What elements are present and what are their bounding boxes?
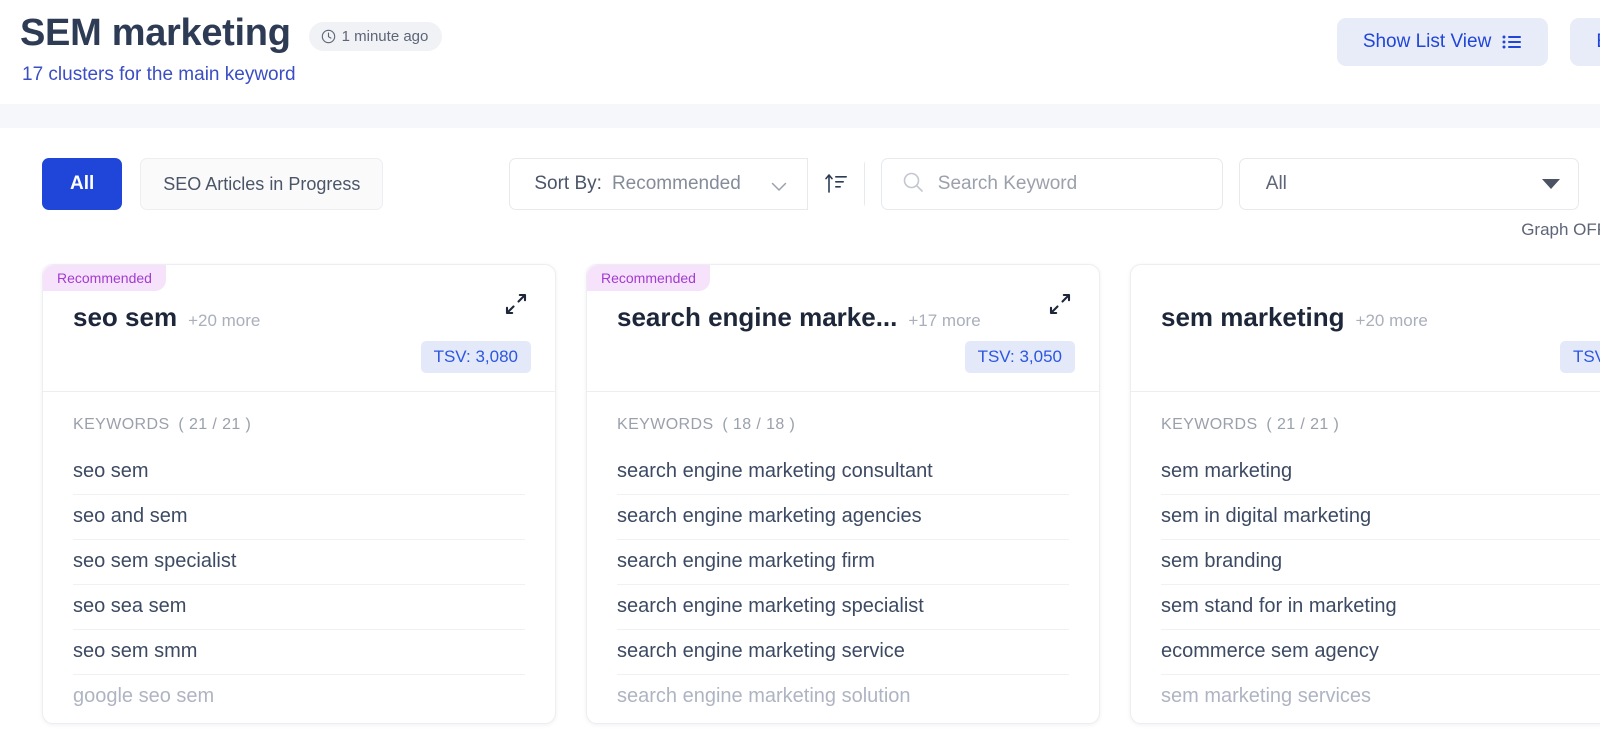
list-item[interactable]: sem marketing services [1161,675,1600,719]
main-panel: All SEO Articles in Progress Sort By: Re… [18,128,1600,736]
keywords-label: KEYWORDS [1161,416,1258,433]
card-header: seo sem +20 more TSV: 3,080 [43,265,555,391]
export-label: E [1596,31,1600,53]
list-item[interactable]: seo sem specialist [73,540,525,585]
list-item[interactable]: seo sem smm [73,630,525,675]
list-item[interactable]: seo sea sem [73,585,525,630]
keywords-section: KEYWORDS ( 21 / 21 ) seo sem seo and sem… [43,392,555,719]
keywords-section: KEYWORDS ( 18 / 18 ) search engine marke… [587,392,1099,719]
timestamp-chip: 1 minute ago [308,21,443,51]
sort-control: Sort By: Recommended [509,158,865,210]
search-input[interactable] [937,173,1222,195]
card-title-row: search engine marke... +17 more [617,302,1075,333]
keywords-count: ( 18 / 18 ) [722,416,796,433]
list-item[interactable]: sem branding [1161,540,1600,585]
chevron-down-icon[interactable] [771,179,787,192]
caret-down-icon [1541,179,1560,189]
sort-by-value[interactable]: Recommended [612,173,771,195]
search-box[interactable] [880,158,1223,210]
sort-direction-button[interactable] [807,158,864,210]
keywords-count: ( 21 / 21 ) [1266,416,1340,433]
keywords-header: KEYWORDS ( 18 / 18 ) [617,416,1069,434]
keywords-count: ( 21 / 21 ) [178,416,252,433]
expand-icon[interactable] [503,291,529,317]
list-icon [1502,34,1522,50]
list-item[interactable]: search engine marketing specialist [617,585,1069,630]
tsv-badge: TSV: 3,050 [964,341,1075,373]
list-item[interactable]: search engine marketing solution [617,675,1069,719]
list-item[interactable]: search engine marketing firm [617,540,1069,585]
keywords-list: search engine marketing consultant searc… [617,450,1069,719]
page-header: SEM marketing 1 minute ago 17 clusters f… [0,0,1600,104]
export-button[interactable]: E [1570,18,1600,66]
expand-icon[interactable] [1047,291,1073,317]
cluster-card[interactable]: Recommended search engine marke... +17 m… [586,264,1100,724]
list-item[interactable]: search engine marketing consultant [617,450,1069,495]
list-item[interactable]: seo sem [73,450,525,495]
category-filter-select[interactable]: All [1238,158,1579,210]
cluster-title: sem marketing [1161,302,1345,332]
cluster-more-count: +20 more [1355,311,1428,330]
cluster-more-count: +17 more [908,311,981,330]
clock-icon [321,29,336,44]
list-item[interactable]: search engine marketing agencies [617,495,1069,540]
cluster-more-count: +20 more [188,311,261,330]
filter-tab-all[interactable]: All [42,158,123,210]
list-item[interactable]: seo and sem [73,495,525,540]
list-item[interactable]: ecommerce sem agency [1161,630,1600,675]
page-title: SEM marketing [20,12,291,54]
header-content-divider [0,104,1600,128]
show-list-view-label: Show List View [1362,31,1492,52]
header-actions: Show List View E [1336,18,1600,66]
list-item[interactable]: sem in digital marketing [1161,495,1600,540]
keywords-list: sem marketing sem in digital marketing s… [1161,450,1600,719]
page-subtitle: 17 clusters for the main keyword [22,64,296,85]
list-item[interactable]: sem stand for in marketing [1161,585,1600,630]
keywords-label: KEYWORDS [617,416,714,433]
toolbar: All SEO Articles in Progress Sort By: Re… [18,156,1600,212]
sort-descending-icon [824,172,848,197]
cluster-title: search engine marke... [617,302,898,332]
keywords-header: KEYWORDS ( 21 / 21 ) [73,416,525,434]
keywords-list: seo sem seo and sem seo sem specialist s… [73,450,525,719]
keywords-section: KEYWORDS ( 21 / 21 ) sem marketing sem i… [1131,392,1600,719]
search-icon [902,171,924,198]
card-header: sem marketing +20 more TSV [1131,265,1600,391]
cluster-title: seo sem [73,302,178,332]
timestamp-label: 1 minute ago [341,27,429,45]
card-header: search engine marke... +17 more TSV: 3,0… [587,265,1099,391]
tsv-badge: TSV: 3,080 [420,341,531,373]
cluster-card-list: Recommended seo sem +20 more TSV: 3,080 … [18,264,1600,724]
list-item[interactable]: sem marketing [1161,450,1600,495]
cluster-card[interactable]: Recommended seo sem +20 more TSV: 3,080 … [42,264,556,724]
cluster-card[interactable]: sem marketing +20 more TSV KEYWORDS ( 21… [1130,264,1600,724]
tsv-badge: TSV [1559,341,1600,373]
list-item[interactable]: google seo sem [73,675,525,719]
keywords-header: KEYWORDS ( 21 / 21 ) [1161,416,1600,434]
filter-tab-seo-articles-in-progress[interactable]: SEO Articles in Progress [140,158,384,210]
show-list-view-button[interactable]: Show List View [1336,18,1549,66]
card-title-row: sem marketing +20 more [1161,302,1600,333]
graph-toggle-label[interactable]: Graph OFF, [1521,220,1600,240]
sort-by-label: Sort By: [534,173,602,194]
card-title-row: seo sem +20 more [73,302,531,333]
category-filter-value: All [1265,173,1287,194]
list-item[interactable]: search engine marketing service [617,630,1069,675]
keywords-label: KEYWORDS [73,416,170,433]
